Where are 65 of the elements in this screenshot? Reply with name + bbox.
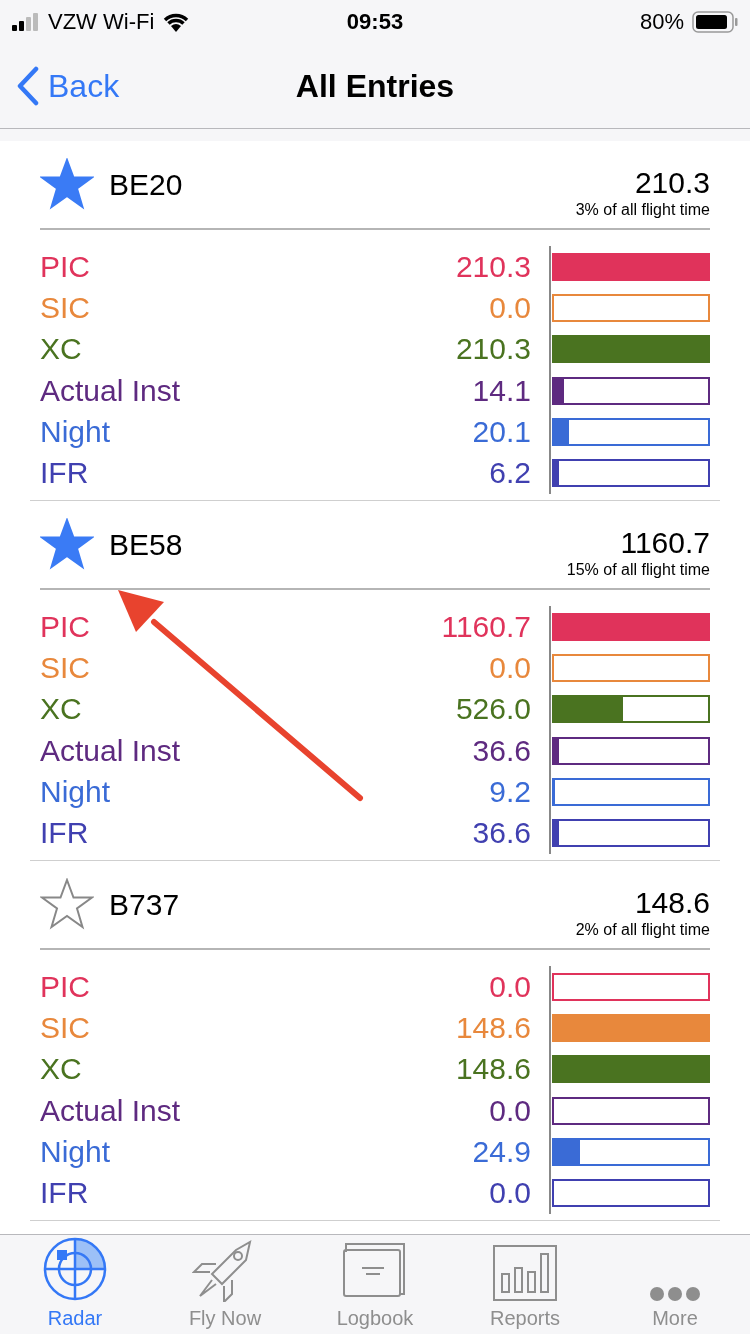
carrier-name: VZW Wi-Fi [48, 9, 155, 35]
hours-value: 1160.7 [440, 609, 531, 644]
category-label: PIC [40, 249, 91, 284]
hours-value: 0.0 [488, 650, 531, 685]
battery-percent: 80% [639, 9, 684, 35]
aircraft-type: B737 [109, 888, 181, 922]
share-text: 3% of all flight time [575, 200, 710, 220]
hours-value: 36.6 [471, 733, 531, 768]
category-label: SIC [40, 290, 91, 325]
hours-value: 6.2 [488, 456, 531, 491]
chevron-left-icon [16, 66, 40, 106]
hours-value: 0.0 [488, 1176, 531, 1211]
aircraft-type: BE58 [109, 528, 184, 562]
star-icon[interactable] [40, 518, 94, 570]
tab-item[interactable]: More [600, 1235, 750, 1334]
hours-value: 20.1 [471, 414, 531, 449]
tab-item[interactable]: Fly Now [150, 1235, 300, 1334]
category-label: IFR [40, 1176, 90, 1211]
hours-value: 9.2 [488, 774, 531, 809]
hours-value: 0.0 [488, 1093, 531, 1128]
hours-value: 148.6 [454, 1052, 531, 1087]
hours-value: 0.0 [488, 969, 531, 1004]
category-label: Night [40, 414, 112, 449]
hours-value: 14.1 [471, 373, 531, 408]
tab-item[interactable]: Radar [0, 1235, 150, 1334]
total-hours: 148.6 [634, 886, 710, 920]
hours-value: 0.0 [488, 290, 531, 325]
back-button[interactable]: Back [0, 66, 120, 106]
aircraft-type: BE20 [109, 168, 184, 202]
category-label: SIC [40, 1010, 91, 1045]
category-label: XC [40, 692, 83, 727]
category-label: XC [40, 332, 83, 367]
wifi-icon [162, 11, 191, 33]
tab-item[interactable]: Logbook [300, 1235, 450, 1334]
hours-value: 24.9 [471, 1134, 531, 1169]
category-label: Night [40, 774, 112, 809]
bar-chart-icon [492, 1244, 558, 1302]
category-label: Actual Inst [40, 1093, 182, 1128]
hours-value: 210.3 [454, 332, 531, 367]
category-label: SIC [40, 650, 91, 685]
share-text: 15% of all flight time [566, 560, 710, 580]
battery-icon [692, 11, 738, 33]
category-label: Actual Inst [40, 373, 182, 408]
clock-time: 09:53 [345, 9, 405, 35]
share-text: 2% of all flight time [575, 920, 710, 940]
total-hours: 210.3 [634, 166, 710, 200]
hours-value: 36.6 [471, 816, 531, 851]
category-label: Actual Inst [40, 733, 182, 768]
more-icon [649, 1286, 701, 1302]
hours-value: 526.0 [454, 692, 531, 727]
category-label: Night [40, 1134, 112, 1169]
category-label: IFR [40, 816, 90, 851]
category-label: PIC [40, 609, 91, 644]
total-hours: 1160.7 [620, 526, 710, 560]
category-label: PIC [40, 969, 91, 1004]
hours-value: 210.3 [454, 249, 531, 284]
tab-item[interactable]: Reports [450, 1235, 600, 1334]
star-icon[interactable] [40, 158, 94, 210]
category-label: XC [40, 1052, 83, 1087]
radar-icon [42, 1236, 108, 1302]
screen-title: All Entries [294, 67, 456, 105]
hours-value: 148.6 [454, 1010, 531, 1045]
star-icon[interactable] [40, 878, 94, 930]
category-label: IFR [40, 456, 90, 491]
signal-icon [12, 13, 40, 31]
